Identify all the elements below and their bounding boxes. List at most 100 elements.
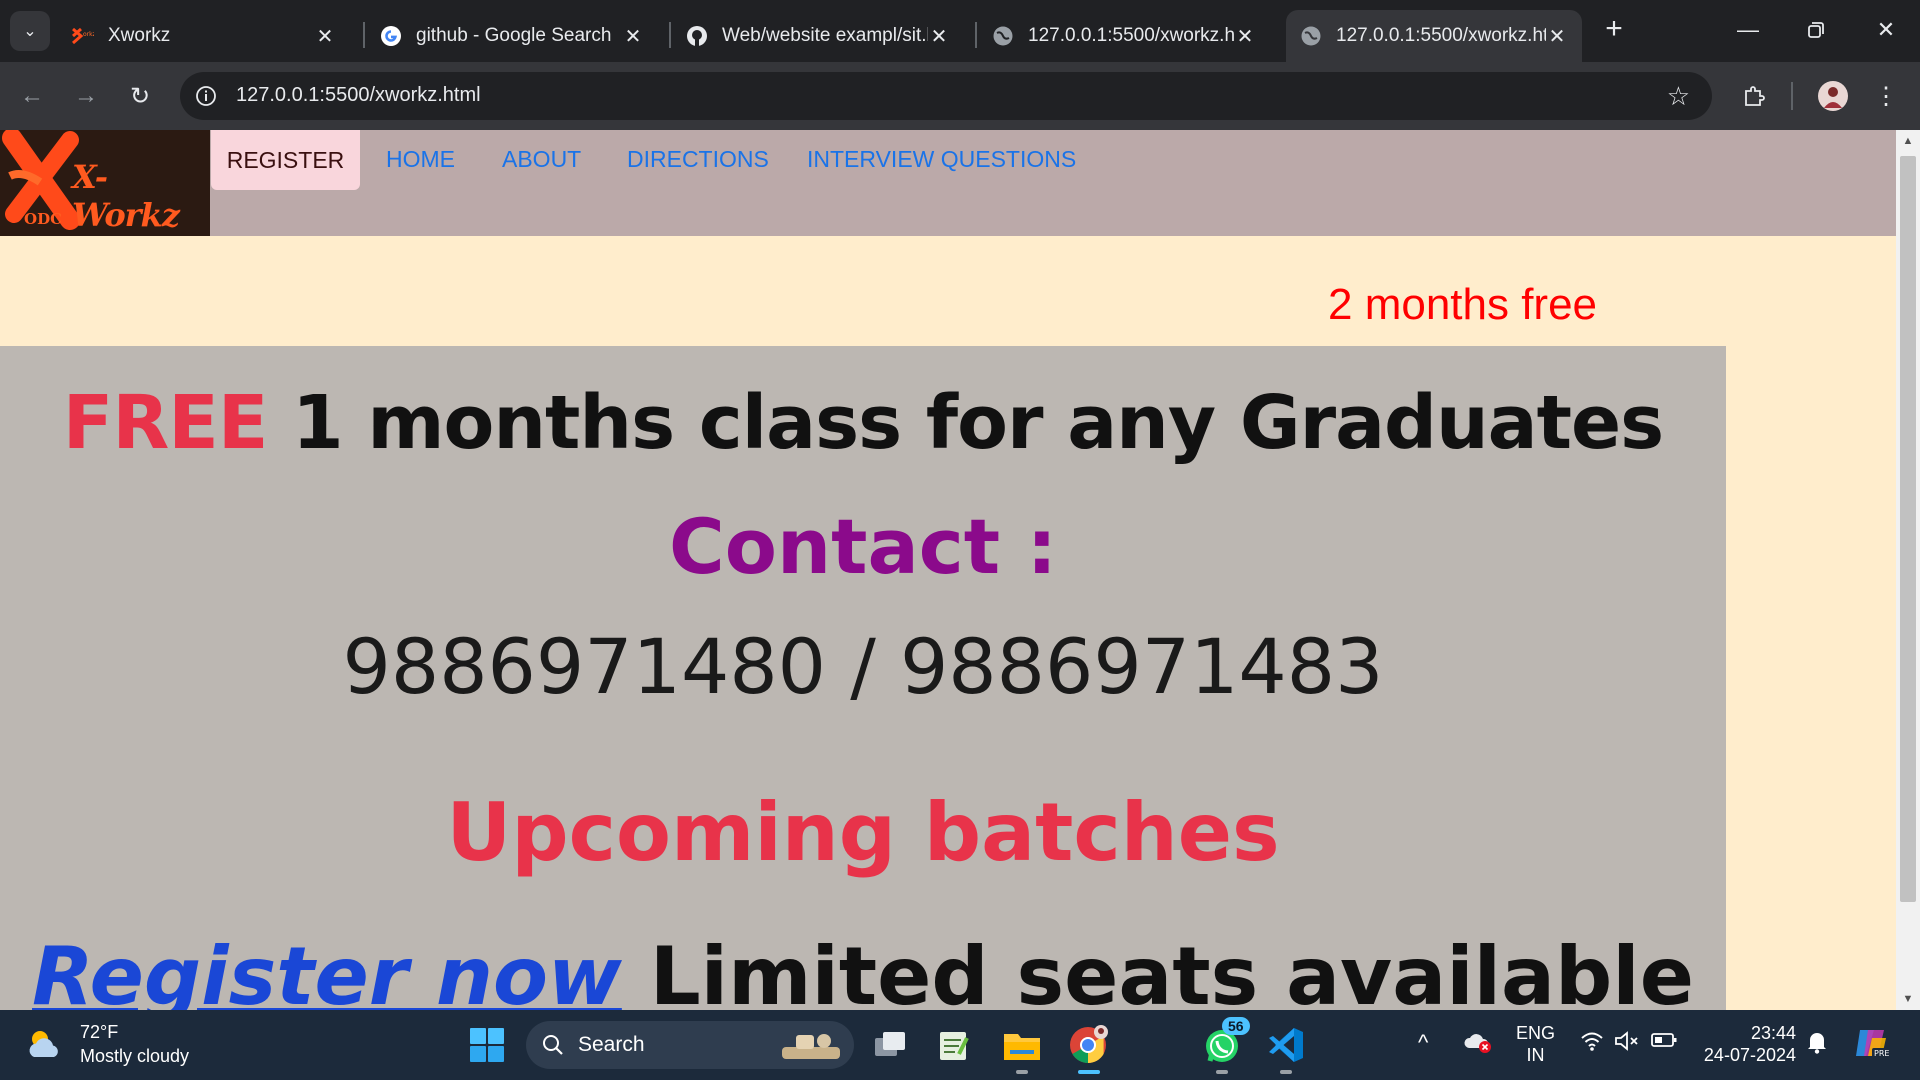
xworkz-logo[interactable]: X-Workz ODC — [0, 130, 210, 236]
tab-title: github - Google Search — [416, 25, 612, 46]
language-indicator[interactable]: ENG IN — [1516, 1022, 1555, 1066]
tab-github[interactable]: Web/website exampl/sit.l ✕ — [672, 10, 964, 62]
scroll-up-arrow-icon[interactable]: ▲ — [1896, 130, 1920, 152]
windows-logo-icon — [470, 1028, 504, 1062]
chevron-down-icon: ⌄ — [23, 23, 37, 40]
nav-about-link[interactable]: ABOUT — [502, 146, 581, 173]
notifications-button[interactable] — [1806, 1030, 1828, 1059]
cloud-error-icon — [1464, 1034, 1491, 1053]
nav-home-link[interactable]: HOME — [386, 146, 455, 173]
tab-divider — [363, 22, 365, 48]
xworkz-favicon-icon: orkz — [72, 25, 94, 47]
banner-limited-seats: Limited seats available — [649, 930, 1694, 1010]
close-tab-icon[interactable]: ✕ — [1234, 24, 1256, 49]
browser-toolbar: ← → ↻ 127.0.0.1:5500/xworkz.html ☆ ⋮ — [0, 62, 1920, 130]
close-tab-icon[interactable]: ✕ — [314, 24, 336, 49]
forward-button[interactable]: → — [66, 76, 106, 116]
weather-temp: 72°F — [80, 1022, 119, 1042]
tab-title: Web/website exampl/sit.l — [722, 25, 928, 46]
banner-register-now: Register now — [32, 930, 622, 1010]
svg-text:PRE: PRE — [1874, 1049, 1889, 1058]
taskbar-app-chrome[interactable] — [1064, 1021, 1112, 1074]
chevron-up-icon: ^ — [1418, 1030, 1429, 1055]
task-view-button[interactable] — [866, 1021, 914, 1069]
restore-icon — [1808, 22, 1824, 38]
arrow-left-icon: ← — [20, 82, 44, 109]
banner-upcoming-batches: Upcoming batches — [446, 786, 1280, 879]
taskbar-app-whatsapp[interactable]: 56 — [1198, 1017, 1250, 1074]
tab-title: 127.0.0.1:5500/xworkz.htm — [1336, 25, 1546, 46]
whatsapp-badge: 56 — [1222, 1017, 1250, 1035]
running-indicator — [1280, 1070, 1292, 1074]
back-button[interactable]: ← — [12, 76, 52, 116]
taskbar-app-notepad[interactable] — [930, 1021, 978, 1069]
tab-divider — [975, 22, 977, 48]
banner-contact-label: Contact : — [669, 502, 1057, 591]
show-hidden-icons-button[interactable]: ^ — [1418, 1030, 1428, 1056]
onedrive-status[interactable] — [1464, 1030, 1492, 1059]
notepad-icon — [940, 1032, 969, 1060]
extensions-button[interactable] — [1736, 78, 1772, 114]
volume-status[interactable] — [1614, 1030, 1640, 1057]
tab-localhost-1[interactable]: 127.0.0.1:5500/xworkz.htm ✕ — [978, 10, 1270, 62]
lang-bottom: IN — [1526, 1045, 1545, 1065]
page-scrollbar[interactable]: ▲ ▼ — [1896, 130, 1920, 1010]
new-tab-button[interactable]: + — [1598, 14, 1630, 46]
tab-title: Xworkz — [108, 25, 171, 46]
restore-button[interactable] — [1786, 8, 1846, 52]
globe-icon — [1300, 25, 1322, 47]
google-icon — [380, 25, 402, 47]
browser-title-bar: ⌄ orkz Xworkz ✕ github - Google Search ✕… — [0, 0, 1920, 62]
close-tab-icon[interactable]: ✕ — [1546, 24, 1568, 49]
svg-text:orkz: orkz — [83, 31, 94, 38]
profile-avatar[interactable] — [1815, 78, 1851, 114]
nav-directions-link[interactable]: DIRECTIONS — [627, 146, 769, 173]
minimize-icon: — — [1737, 17, 1759, 42]
running-indicator — [1216, 1070, 1228, 1074]
browser-menu-button[interactable]: ⋮ — [1868, 78, 1904, 114]
search-icon — [543, 1035, 563, 1055]
bookmark-star-icon[interactable]: ☆ — [1667, 81, 1690, 112]
vscode-icon — [1269, 1028, 1303, 1062]
taskbar-app-vscode[interactable] — [1262, 1021, 1310, 1074]
tab-search-button[interactable]: ⌄ — [10, 11, 50, 51]
active-indicator — [1078, 1070, 1100, 1074]
github-icon — [686, 25, 708, 47]
close-tab-icon[interactable]: ✕ — [622, 24, 644, 49]
folder-icon — [1004, 1034, 1040, 1060]
taskbar-search[interactable]: Search — [526, 1021, 854, 1069]
promo-banner-image: FREE 1 months class for any Graduates Co… — [0, 346, 1726, 1010]
url-text[interactable]: 127.0.0.1:5500/xworkz.html — [236, 84, 481, 107]
scroll-down-arrow-icon[interactable]: ▼ — [1896, 988, 1920, 1010]
clock-time: 23:44 — [1750, 1023, 1796, 1043]
close-tab-icon[interactable]: ✕ — [928, 24, 950, 49]
address-bar[interactable]: 127.0.0.1:5500/xworkz.html ☆ — [180, 72, 1712, 120]
taskbar-app-file-explorer[interactable] — [998, 1021, 1046, 1074]
start-button[interactable] — [463, 1021, 511, 1069]
tab-xworkz[interactable]: orkz Xworkz ✕ — [58, 10, 350, 62]
clock[interactable]: 23:44 24-07-2024 — [1700, 1022, 1796, 1066]
toolbar-divider — [1791, 82, 1793, 110]
task-view-icon — [875, 1032, 905, 1056]
tab-localhost-active[interactable]: 127.0.0.1:5500/xworkz.htm ✕ — [1286, 10, 1582, 62]
page-viewport: X-Workz ODC REGISTER HOME ABOUT DIRECTIO… — [0, 130, 1896, 1010]
puzzle-icon — [1745, 86, 1765, 106]
tab-google-search[interactable]: github - Google Search ✕ — [366, 10, 658, 62]
nav-interview-questions-link[interactable]: INTERVIEW QUESTIONS — [807, 146, 1076, 173]
weather-widget[interactable]: 72°F Mostly cloudy — [24, 1020, 189, 1068]
logo-wordmark: X-Workz — [72, 158, 180, 234]
copilot-button[interactable]: PRE — [1852, 1024, 1890, 1067]
register-button[interactable]: REGISTER — [211, 130, 360, 190]
running-indicator — [1016, 1070, 1028, 1074]
minimize-button[interactable]: — — [1718, 8, 1778, 52]
scroll-thumb[interactable] — [1900, 156, 1916, 902]
banner-free-word: FREE — [62, 380, 269, 466]
close-window-button[interactable]: ✕ — [1856, 8, 1916, 52]
site-info-icon[interactable] — [192, 82, 220, 110]
battery-status[interactable] — [1650, 1030, 1678, 1055]
tab-title: 127.0.0.1:5500/xworkz.htm — [1028, 25, 1234, 46]
wifi-status[interactable] — [1580, 1030, 1604, 1057]
search-label: Search — [578, 1033, 645, 1056]
reload-button[interactable]: ↻ — [120, 76, 160, 116]
copilot-icon: PRE — [1856, 1030, 1889, 1058]
